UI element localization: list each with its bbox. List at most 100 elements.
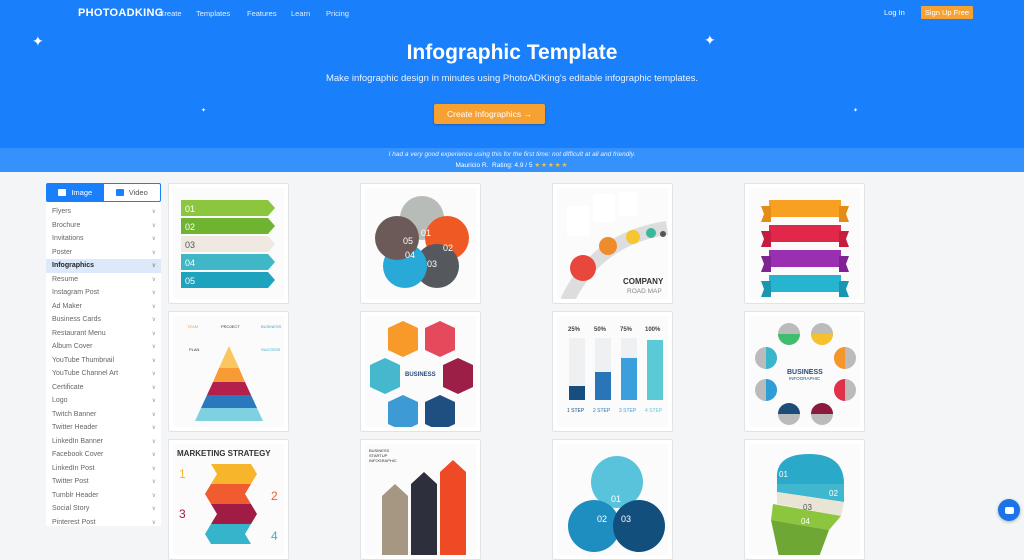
tab-video[interactable]: Video bbox=[104, 184, 161, 201]
chat-support-button[interactable] bbox=[998, 499, 1020, 521]
svg-text:04: 04 bbox=[405, 250, 415, 260]
chevron-down-icon[interactable]: ∨ bbox=[152, 222, 156, 229]
svg-text:03: 03 bbox=[427, 259, 437, 269]
svg-text:2 STEP: 2 STEP bbox=[593, 408, 611, 414]
chevron-down-icon[interactable]: ∨ bbox=[152, 505, 156, 512]
sidebar-item-instagram-post[interactable]: Instagram Post ∨ bbox=[46, 286, 161, 300]
options-arrows-graphic: 01 02 03 04 05 bbox=[181, 200, 275, 288]
sidebar-item-label: Pinterest Post bbox=[52, 518, 96, 526]
sidebar-item-twitter-header[interactable]: Twitter Header ∨ bbox=[46, 421, 161, 435]
template-card-pyramid[interactable]: TEAM PROJECT BUSINESS PLAN SUCCESS bbox=[168, 311, 289, 432]
chevron-down-icon[interactable]: ∨ bbox=[152, 370, 156, 377]
template-thumbnail: COMPANY ROAD MAP bbox=[557, 188, 668, 299]
svg-text:25%: 25% bbox=[568, 327, 581, 333]
sidebar-item-label: Twitter Post bbox=[52, 478, 89, 486]
category-menu: Flyers ∨ Brochure ∨ Invitations ∨ Poster ∨ Infog… bbox=[46, 205, 161, 529]
chevron-down-icon[interactable]: ∨ bbox=[152, 303, 156, 310]
template-card-percent-steps[interactable]: 25% 50% 75% 100% 1 STEP 2 STEP 3 STEP 4 … bbox=[552, 311, 673, 432]
svg-text:INFOGRAPHIC: INFOGRAPHIC bbox=[369, 458, 397, 463]
template-card-marketing-strategy[interactable]: MARKETING STRATEGY 1 2 3 4 bbox=[168, 439, 289, 560]
sidebar-item-youtube-channel-art[interactable]: YouTube Channel Art ∨ bbox=[46, 367, 161, 381]
sidebar-item-business-cards[interactable]: Business Cards ∨ bbox=[46, 313, 161, 327]
sidebar-item-pinterest-post[interactable]: Pinterest Post ∨ bbox=[46, 516, 161, 530]
sidebar-item-linkedin-banner[interactable]: LinkedIn Banner ∨ bbox=[46, 435, 161, 449]
chevron-down-icon[interactable]: ∨ bbox=[152, 451, 156, 458]
sidebar-item-label: Tumblr Header bbox=[52, 491, 99, 499]
create-infographics-button[interactable]: Create Infographics → bbox=[434, 104, 545, 124]
chevron-down-icon[interactable]: ∨ bbox=[152, 208, 156, 215]
nav-pricing[interactable]: Pricing bbox=[326, 9, 349, 18]
sidebar-item-twitch-banner[interactable]: Twitch Banner ∨ bbox=[46, 408, 161, 422]
chevron-down-icon[interactable]: ∨ bbox=[152, 492, 156, 499]
login-link[interactable]: Log In bbox=[884, 8, 905, 17]
chevron-down-icon[interactable]: ∨ bbox=[152, 262, 156, 269]
sidebar-item-label: LinkedIn Post bbox=[52, 464, 95, 472]
svg-text:75%: 75% bbox=[620, 327, 633, 333]
chevron-down-icon[interactable]: ∨ bbox=[152, 411, 156, 418]
chevron-down-icon[interactable]: ∨ bbox=[152, 438, 156, 445]
template-thumbnail: MARKETING STRATEGY 1 2 3 4 bbox=[173, 444, 284, 555]
svg-text:ROAD MAP: ROAD MAP bbox=[627, 288, 662, 295]
template-card-circles-cycle[interactable]: 01 02 03 04 05 bbox=[360, 183, 481, 304]
chevron-down-icon[interactable]: ∨ bbox=[152, 249, 156, 256]
chevron-down-icon[interactable]: ∨ bbox=[152, 276, 156, 283]
svg-text:50%: 50% bbox=[594, 327, 607, 333]
sidebar-item-ad-maker[interactable]: Ad Maker ∨ bbox=[46, 300, 161, 314]
chevron-down-icon[interactable]: ∨ bbox=[152, 478, 156, 485]
template-thumbnail bbox=[749, 188, 860, 299]
sidebar-item-facebook-cover[interactable]: Facebook Cover ∨ bbox=[46, 448, 161, 462]
sidebar-item-resume[interactable]: Resume ∨ bbox=[46, 273, 161, 287]
sidebar-item-restaurant-menu[interactable]: Restaurant Menu ∨ bbox=[46, 327, 161, 341]
sidebar-item-invitations[interactable]: Invitations ∨ bbox=[46, 232, 161, 246]
template-card-business-cycle[interactable]: BUSINESS INFOGRAPHIC bbox=[744, 311, 865, 432]
sidebar-item-logo[interactable]: Logo ∨ bbox=[46, 394, 161, 408]
chevron-down-icon[interactable]: ∨ bbox=[152, 465, 156, 472]
template-card-business-startup[interactable]: BUSINESS STARTUP INFOGRAPHIC bbox=[360, 439, 481, 560]
template-card-head-profile[interactable]: 01 02 03 04 bbox=[744, 439, 865, 560]
chevron-down-icon[interactable]: ∨ bbox=[152, 343, 156, 350]
sidebar-item-twitter-post[interactable]: Twitter Post ∨ bbox=[46, 475, 161, 489]
hexagon-graphic: BUSINESS bbox=[370, 321, 473, 427]
sidebar-item-tumblr-header[interactable]: Tumblr Header ∨ bbox=[46, 489, 161, 503]
sidebar-item-certificate[interactable]: Certificate ∨ bbox=[46, 381, 161, 395]
svg-text:4: 4 bbox=[271, 529, 278, 543]
signup-button[interactable]: Sign Up Free bbox=[921, 6, 973, 19]
tab-image[interactable]: Image bbox=[47, 184, 104, 201]
sidebar-item-infographics[interactable]: Infographics ∨ bbox=[46, 259, 161, 273]
chevron-down-icon[interactable]: ∨ bbox=[152, 357, 156, 364]
template-card-hexagon-business[interactable]: BUSINESS bbox=[360, 311, 481, 432]
template-card-circles-3[interactable]: 01 02 03 bbox=[552, 439, 673, 560]
sidebar-item-label: Ad Maker bbox=[52, 302, 82, 310]
sidebar-item-social-story[interactable]: Social Story ∨ bbox=[46, 502, 161, 516]
chevron-down-icon[interactable]: ∨ bbox=[152, 397, 156, 404]
nav-features[interactable]: Features bbox=[247, 9, 277, 18]
nav-learn[interactable]: Learn bbox=[291, 9, 310, 18]
chevron-down-icon[interactable]: ∨ bbox=[152, 384, 156, 391]
template-card-ribbon-steps[interactable] bbox=[744, 183, 865, 304]
chevron-down-icon[interactable]: ∨ bbox=[152, 330, 156, 337]
sidebar-item-poster[interactable]: Poster ∨ bbox=[46, 246, 161, 260]
sidebar-item-youtube-thumbnail[interactable]: YouTube Thumbnail ∨ bbox=[46, 354, 161, 368]
sidebar-item-flyers[interactable]: Flyers ∨ bbox=[46, 205, 161, 219]
chevron-down-icon[interactable]: ∨ bbox=[152, 235, 156, 242]
template-card-options-arrows[interactable]: 01 02 03 04 05 bbox=[168, 183, 289, 304]
logo[interactable]: PHOTOADKING bbox=[78, 7, 164, 19]
sidebar-item-album-cover[interactable]: Album Cover ∨ bbox=[46, 340, 161, 354]
sidebar-item-label: Infographics bbox=[52, 262, 95, 270]
tab-image-label: Image bbox=[71, 188, 93, 197]
template-card-company-road-map[interactable]: COMPANY ROAD MAP bbox=[552, 183, 673, 304]
sidebar-item-linkedin-post[interactable]: LinkedIn Post ∨ bbox=[46, 462, 161, 476]
svg-text:TEAM: TEAM bbox=[187, 324, 198, 329]
chevron-down-icon[interactable]: ∨ bbox=[152, 316, 156, 323]
nav-create[interactable]: Create bbox=[159, 9, 182, 18]
svg-text:3: 3 bbox=[179, 507, 186, 521]
nav-templates[interactable]: Templates bbox=[196, 9, 230, 18]
svg-text:2: 2 bbox=[271, 489, 278, 503]
chevron-down-icon[interactable]: ∨ bbox=[152, 289, 156, 296]
svg-text:INFOGRAPHIC: INFOGRAPHIC bbox=[789, 376, 821, 381]
chevron-down-icon[interactable]: ∨ bbox=[152, 424, 156, 431]
chevron-down-icon[interactable]: ∨ bbox=[152, 519, 156, 526]
sidebar-item-label: Twitch Banner bbox=[52, 410, 97, 418]
svg-text:01: 01 bbox=[185, 204, 195, 214]
sidebar-item-brochure[interactable]: Brochure ∨ bbox=[46, 219, 161, 233]
